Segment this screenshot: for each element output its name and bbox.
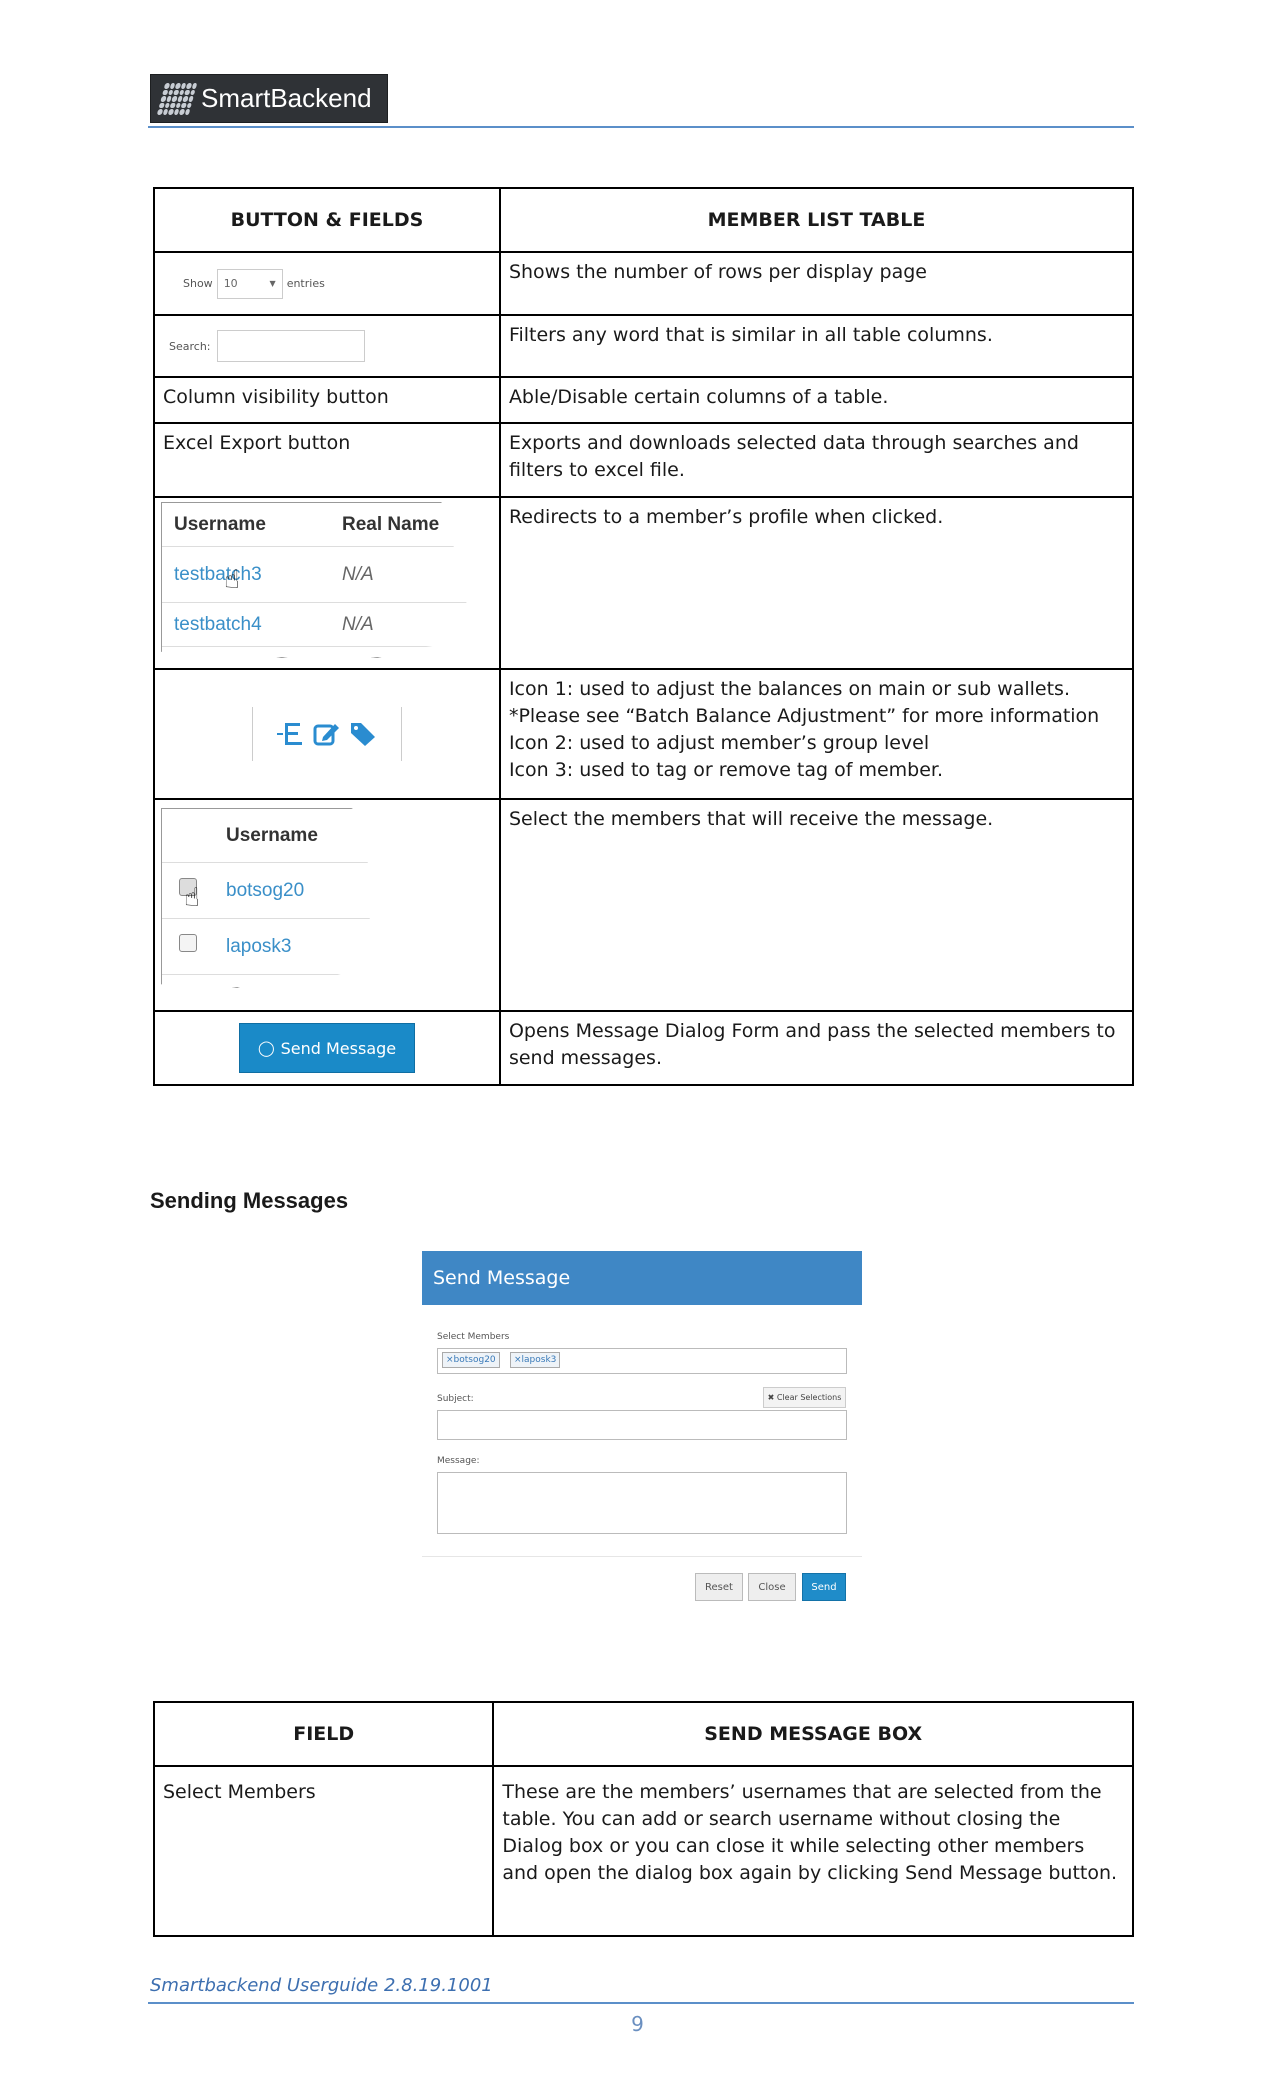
table-row: ◯ Send Message Opens Message Dialog Form…	[153, 1010, 1135, 1086]
member-tag[interactable]: ×botsog20	[442, 1352, 500, 1368]
table-cell-label: Excel Export button	[153, 422, 501, 498]
send-message-field-table: FIELD SEND MESSAGE BOX Select Members Th…	[152, 1701, 1134, 1937]
send-message-button-image: ◯ Send Message	[238, 1023, 415, 1073]
hand-cursor-icon: ☝	[184, 883, 200, 913]
username-link: laposk3	[226, 936, 292, 957]
section-title: Sending Messages	[150, 1188, 349, 1213]
edit-group-icon	[313, 724, 339, 746]
reset-button[interactable]: Reset	[695, 1573, 743, 1601]
header-rule	[148, 126, 1134, 128]
entries-label: entries	[286, 277, 325, 290]
show-entries-widget: Show 10 ▼ entries	[163, 268, 491, 299]
member-tag[interactable]: ×laposk3	[510, 1352, 561, 1368]
table-row: Show 10 ▼ entries Shows the number of ro…	[153, 251, 1135, 316]
table-cell-description: Exports and downloads selected data thro…	[498, 422, 1135, 498]
clear-selections-button[interactable]: ✖ Clear Selections	[763, 1387, 846, 1408]
table-cell-description: These are the members’ usernames that ar…	[492, 1765, 1134, 1937]
page-number: 9	[631, 2012, 644, 2036]
subject-label: Subject:	[437, 1394, 474, 1404]
message-textarea[interactable]	[437, 1472, 847, 1534]
table-cell-description: Opens Message Dialog Form and pass the s…	[498, 1010, 1135, 1086]
action-icons-group	[251, 707, 402, 761]
chat-bubble-icon: ◯	[257, 1038, 275, 1057]
table-row: Username botsog20 laposk3 ☝ Select the m…	[153, 798, 1135, 1012]
logo-grid-icon	[156, 82, 198, 115]
hand-cursor-icon: ☝	[224, 565, 240, 595]
table-header-buttons-fields: BUTTON & FIELDS	[153, 187, 501, 253]
table-row: Search: Filters any word that is similar…	[153, 314, 1135, 378]
member-list-table: BUTTON & FIELDS MEMBER LIST TABLE Show 1…	[153, 187, 1135, 1086]
entries-select-value: 10	[223, 277, 238, 290]
search-label: Search:	[169, 339, 211, 353]
realname-value: N/A	[342, 614, 374, 635]
adjust-balance-icon	[276, 723, 302, 745]
table-row: Icon 1: used to adjust the balances on m…	[153, 668, 1135, 800]
checkbox-select-screenshot: Username botsog20 laposk3 ☝	[161, 808, 385, 988]
unchecked-checkbox-icon	[179, 934, 197, 952]
table-header-member-list: MEMBER LIST TABLE	[498, 187, 1135, 253]
table-header-send-message-box: SEND MESSAGE BOX	[492, 1701, 1134, 1767]
table-row: Excel Export button Exports and download…	[153, 422, 1135, 498]
search-input-image	[216, 330, 365, 362]
table-row: Column visibility button Able/Disable ce…	[153, 376, 1135, 424]
realname-column-header: Real Name	[342, 514, 440, 535]
entries-select: 10 ▼	[216, 268, 283, 299]
icon-description-line: Icon 1: used to adjust the balances on m…	[508, 678, 1070, 700]
table-row: Select Members These are the members’ us…	[152, 1765, 1134, 1937]
table-cell-label: Select Members	[152, 1765, 495, 1937]
select-members-label: Select Members	[437, 1332, 510, 1342]
username-link: testbatch4	[174, 614, 262, 635]
table-header-field: FIELD	[152, 1701, 495, 1767]
message-label: Message:	[437, 1456, 480, 1466]
username-column-header: Username	[226, 825, 318, 846]
tag-icon	[350, 723, 375, 746]
table-cell-description: Shows the number of rows per display pag…	[498, 251, 1135, 316]
username-link: testbatch3	[174, 564, 262, 585]
close-button[interactable]: Close	[748, 1573, 796, 1601]
send-message-dialog: Send Message Select Members ×botsog20 ×l…	[422, 1251, 862, 1606]
select-members-field[interactable]: ×botsog20 ×laposk3	[437, 1348, 847, 1374]
table-row: Username Real Name testbatch3 N/A testba…	[153, 496, 1135, 670]
footer-guide-version: Smartbackend Userguide 2.8.19.1001	[150, 1975, 493, 1996]
table-cell-label: Column visibility button	[153, 376, 501, 424]
icon-description-line: Icon 2: used to adjust member’s group le…	[508, 732, 930, 754]
username-link-screenshot: Username Real Name testbatch3 N/A testba…	[161, 502, 473, 658]
smartbackend-logo: SmartBackend	[150, 74, 388, 123]
search-widget: Search:	[163, 330, 491, 362]
footer-rule	[148, 2002, 1134, 2004]
table-cell-description: Filters any word that is similar in all …	[498, 314, 1135, 378]
dialog-title: Send Message	[422, 1251, 862, 1305]
show-label: Show	[183, 277, 213, 290]
realname-value: N/A	[342, 564, 374, 585]
dialog-divider	[422, 1556, 862, 1557]
icon-description-line: *Please see “Batch Balance Adjustment” f…	[508, 705, 1100, 727]
logo-text: SmartBackend	[201, 83, 372, 113]
table-cell-description: Able/Disable certain columns of a table.	[498, 376, 1135, 424]
table-cell-description: Redirects to a member’s profile when cli…	[498, 496, 1135, 670]
send-button[interactable]: Send	[802, 1573, 846, 1601]
username-column-header: Username	[174, 514, 266, 535]
username-link: botsog20	[226, 880, 305, 901]
icon-description-line: Icon 3: used to tag or remove tag of mem…	[508, 759, 944, 781]
select-caret-icon: ▼	[269, 279, 276, 288]
subject-input[interactable]	[437, 1410, 847, 1440]
send-message-button-label: Send Message	[280, 1038, 397, 1058]
table-cell-description: Select the members that will receive the…	[498, 798, 1135, 1012]
